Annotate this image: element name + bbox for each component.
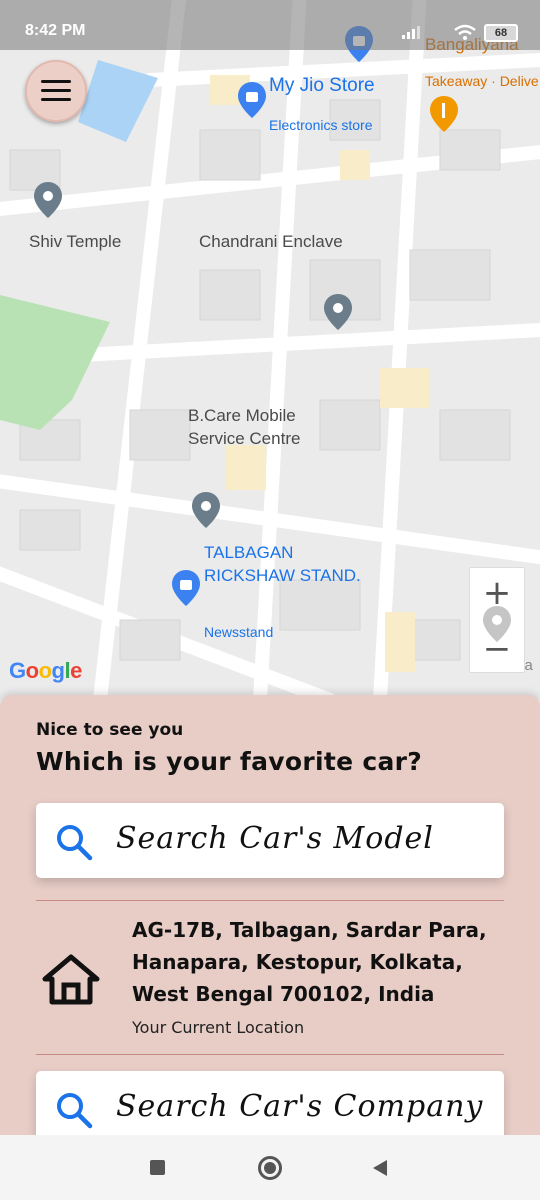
location-pin-icon[interactable] bbox=[324, 294, 352, 330]
temple-pin-icon[interactable] bbox=[34, 182, 62, 218]
shopping-pin-icon[interactable] bbox=[238, 82, 266, 118]
map-label-jio-store: My Jio Store bbox=[269, 75, 375, 96]
zoom-out-button[interactable]: − bbox=[470, 626, 524, 672]
search-car-company-input[interactable]: Search Car's Company bbox=[36, 1071, 504, 1135]
map-label-takeaway: Takeaway · Delive bbox=[425, 73, 539, 89]
signal-icon bbox=[402, 26, 420, 39]
search-car-company-placeholder: Search Car's Company bbox=[116, 1089, 484, 1124]
search-icon bbox=[57, 1093, 93, 1129]
google-attribution: Google bbox=[9, 658, 82, 683]
greeting-text: Nice to see you bbox=[36, 720, 184, 740]
home-button-dot bbox=[264, 1162, 276, 1174]
system-nav-bar bbox=[0, 1135, 540, 1200]
map-label-bcare-1: B.Care Mobile bbox=[188, 406, 296, 425]
menu-button[interactable] bbox=[25, 60, 87, 122]
status-time: 8:42 PM bbox=[25, 22, 86, 39]
wifi-icon bbox=[454, 24, 476, 40]
battery-icon: 68 bbox=[484, 24, 518, 42]
map-label-talbagan-2: RICKSHAW STAND. bbox=[204, 566, 361, 585]
search-car-model-placeholder: Search Car's Model bbox=[116, 821, 434, 856]
home-button[interactable] bbox=[258, 1156, 282, 1180]
current-location-row[interactable]: AG-17B, Talbagan, Sardar Para, Hanapara,… bbox=[36, 900, 504, 1052]
hamburger-icon-bar bbox=[41, 98, 71, 101]
hamburger-icon-bar bbox=[41, 89, 71, 92]
map-label-shiv-temple: Shiv Temple bbox=[29, 232, 122, 251]
map-label-electronics: Electronics store bbox=[269, 117, 373, 133]
home-icon bbox=[42, 954, 100, 1005]
location-pin-icon[interactable] bbox=[192, 492, 220, 528]
recents-button[interactable] bbox=[150, 1160, 165, 1175]
current-address: AG-17B, Talbagan, Sardar Para, Hanapara,… bbox=[132, 918, 487, 1006]
divider bbox=[36, 1054, 504, 1055]
status-bar: 8:42 PM 68 bbox=[0, 0, 540, 50]
restaurant-pin-icon[interactable] bbox=[430, 96, 458, 132]
map-label-bcare-2: Service Centre bbox=[188, 429, 301, 448]
zoom-control: + − bbox=[469, 567, 525, 673]
shopping-pin-icon[interactable] bbox=[172, 570, 200, 606]
map-label-talbagan-1: TALBAGAN bbox=[204, 543, 294, 562]
bottom-sheet: Nice to see you Which is your favorite c… bbox=[0, 695, 540, 1135]
search-car-model-input[interactable]: Search Car's Model bbox=[36, 803, 504, 878]
map-label-newsstand: Newsstand bbox=[204, 624, 274, 640]
hamburger-icon bbox=[41, 80, 71, 83]
search-icon bbox=[57, 825, 93, 861]
map-label-chandrani: Chandrani Enclave bbox=[199, 232, 343, 251]
question-heading: Which is your favorite car? bbox=[36, 747, 423, 776]
back-button[interactable] bbox=[371, 1159, 389, 1177]
current-location-caption: Your Current Location bbox=[132, 1018, 305, 1037]
